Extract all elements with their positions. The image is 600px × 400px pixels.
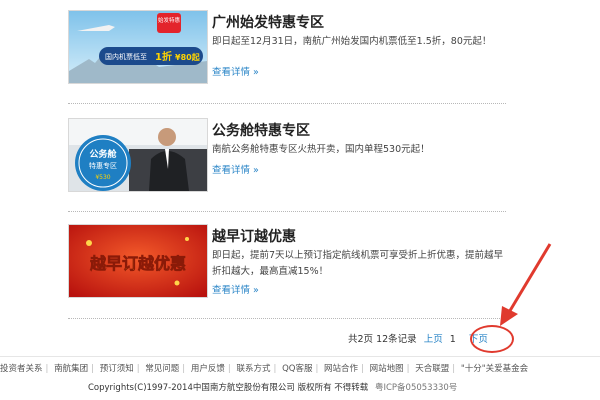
footer-link[interactable]: 网站合作	[324, 364, 358, 374]
banner-price2: ¥80起	[175, 52, 201, 62]
promo-item-guangzhou: 始发特惠 国内机票低至 1折 ¥80起 广州始发特惠专区 即日起至12月31日，…	[68, 10, 506, 100]
promo-item-business-class: 公务舱 特惠专区 ¥530 公务舱特惠专区 南航公务舱特惠专区火热开卖，国内单程…	[68, 118, 506, 208]
footer-links: 投资者关系 | 南航集团 | 预订须知 | 常见问题 | 用户反馈 | 联系方式 | QQ客…	[0, 364, 529, 374]
footer-link[interactable]: 预订须知	[100, 364, 134, 374]
banner-line: 国内机票低至	[105, 52, 147, 61]
annotation-arrow-icon	[500, 243, 552, 326]
promo-banner-guangzhou[interactable]: 始发特惠 国内机票低至 1折 ¥80起	[68, 10, 208, 84]
footer-link[interactable]: 网站地图	[370, 364, 404, 374]
banner-line2: 特惠专区	[89, 161, 117, 170]
pagination: 共2页 12条记录 上页 1 下页	[348, 331, 488, 345]
copyright: Copyrights(C)1997-2014中国南方航空股份有限公司 版权所有 …	[88, 381, 457, 393]
promo-description: 即日起，提前7天以上预订指定航线机票可享受折上折优惠，提前越早折扣越大，最高直减…	[212, 250, 504, 277]
annotation-circle	[470, 325, 514, 353]
promo-title[interactable]: 越早订越优惠	[212, 226, 296, 246]
promo-description: 即日起至12月31日，南航广州始发国内机票低至1.5折，80元起！	[212, 36, 492, 47]
footer-link[interactable]: 常见问题	[145, 364, 179, 374]
icp-number[interactable]: 粤ICP备05053330号	[375, 383, 457, 393]
promo-item-early-booking: 越早订越优惠 越早订越优惠 即日起，提前7天以上预订指定航线机票可享受折上折优惠…	[68, 224, 506, 314]
copyright-text: Copyrights(C)1997-2014中国南方航空股份有限公司 版权所有 …	[88, 383, 369, 393]
promo-title[interactable]: 广州始发特惠专区	[212, 12, 324, 32]
current-page: 1	[449, 334, 456, 345]
promo-banner-business-class[interactable]: 公务舱 特惠专区 ¥530	[68, 118, 208, 192]
banner-badge: 始发特惠	[158, 16, 181, 24]
promo-banner-early-booking[interactable]: 越早订越优惠	[68, 224, 208, 298]
prev-page-link[interactable]: 上页	[424, 334, 443, 345]
promo-title[interactable]: 公务舱特惠专区	[212, 120, 310, 140]
footer-link[interactable]: QQ客服	[282, 364, 312, 374]
view-details-link[interactable]: 查看详情 »	[212, 162, 259, 176]
footer-divider	[0, 356, 600, 357]
divider	[68, 318, 506, 319]
promo-description: 南航公务舱特惠专区火热开卖，国内单程530元起！	[212, 144, 430, 155]
view-details-link[interactable]: 查看详情 »	[212, 282, 259, 296]
footer-link[interactable]: 南航集团	[54, 364, 88, 374]
view-details-link[interactable]: 查看详情 »	[212, 64, 259, 78]
footer-link[interactable]: 联系方式	[236, 364, 270, 374]
divider	[68, 211, 506, 212]
pagination-summary: 共2页 12条记录	[348, 334, 417, 345]
footer-link[interactable]: 投资者关系	[0, 364, 43, 374]
banner-price: ¥530	[95, 174, 110, 181]
banner-price: 1折	[155, 50, 172, 63]
footer-link[interactable]: 用户反馈	[191, 364, 225, 374]
banner-line: 公务舱	[89, 148, 117, 160]
banner-text: 越早订越优惠	[89, 254, 186, 273]
footer-link[interactable]: 天合联盟	[415, 364, 449, 374]
divider	[68, 103, 506, 104]
footer-link[interactable]: "十分"关爱基金会	[461, 364, 528, 374]
